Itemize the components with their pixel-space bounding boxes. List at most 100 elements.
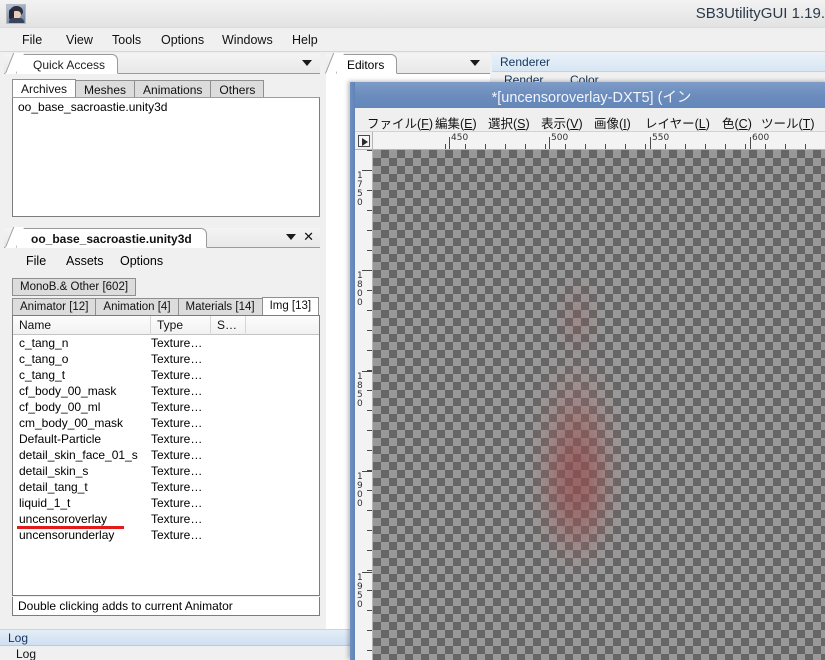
gimp-menu-item-1[interactable]: 編集(E) xyxy=(433,112,479,133)
category-tab-materials[interactable]: Materials [14] xyxy=(177,298,263,316)
archives-listbox[interactable]: oo_base_sacroastie.unity3d xyxy=(12,97,320,217)
ruler-label: 1 7 5 0 xyxy=(357,171,363,208)
menu-options[interactable]: Options xyxy=(157,32,208,48)
category-tab-animation[interactable]: Animation [4] xyxy=(95,298,179,316)
ruler-major-tick xyxy=(362,371,372,372)
editor-menu-options[interactable]: Options xyxy=(116,253,167,269)
table-row[interactable]: c_tang_t Texture… xyxy=(13,367,319,383)
gimp-menu-item-3[interactable]: 表示(V) xyxy=(539,112,585,133)
table-row[interactable]: detail_tang_t Texture… xyxy=(13,479,319,495)
editor-menu-assets[interactable]: Assets xyxy=(62,253,108,269)
table-row[interactable]: uncensoroverlay Texture… xyxy=(13,511,319,529)
table-row[interactable]: liquid_1_t Texture… xyxy=(13,495,319,511)
ruler-label: 600 xyxy=(752,133,770,143)
ruler-label: 1 9 5 0 xyxy=(357,573,363,610)
ruler-tick xyxy=(605,144,606,149)
tab-archive-file[interactable]: oo_base_sacroastie.unity3d xyxy=(16,228,207,248)
ruler-tick xyxy=(705,144,706,149)
ruler-tick xyxy=(367,630,372,631)
cell-name: uncensoroverlay xyxy=(19,512,108,526)
menu-file[interactable]: File xyxy=(18,32,46,48)
gimp-menu-item-2[interactable]: 選択(S) xyxy=(486,112,532,133)
cell-name: Default-Particle xyxy=(19,432,102,446)
cell-type: Texture… xyxy=(151,512,203,526)
subtab-animations[interactable]: Animations xyxy=(134,80,212,98)
gimp-menu-item-0[interactable]: ファイル(F) xyxy=(365,112,435,133)
gimp-menu-item-7[interactable]: ツール(T) xyxy=(759,112,816,133)
ruler-origin-icon[interactable] xyxy=(355,132,373,150)
gimp-menu-item-8[interactable]: コ xyxy=(821,112,825,133)
horizontal-ruler[interactable]: 450 500 550 600 xyxy=(373,132,825,150)
ruler-tick xyxy=(785,144,786,149)
close-icon[interactable]: ✕ xyxy=(303,230,314,244)
cell-type: Texture… xyxy=(151,400,203,414)
chevron-down-icon[interactable] xyxy=(470,60,480,66)
table-row[interactable]: c_tang_n Texture… xyxy=(13,335,319,351)
ruler-tick xyxy=(367,330,372,331)
ruler-tick xyxy=(685,144,686,149)
ruler-tick xyxy=(367,530,372,531)
category-tab-img[interactable]: Img [13] xyxy=(261,297,320,316)
cell-name: cf_body_00_ml xyxy=(19,400,101,414)
ruler-tick xyxy=(545,144,546,149)
ruler-tick xyxy=(367,350,372,351)
subtab-others[interactable]: Others xyxy=(210,80,265,98)
ruler-major-tick xyxy=(362,471,372,472)
subtab-meshes[interactable]: Meshes xyxy=(75,80,136,98)
cell-type: Texture… xyxy=(151,416,203,430)
tab-quick-access[interactable]: Quick Access xyxy=(16,54,119,74)
subtab-archives[interactable]: Archives xyxy=(12,79,77,98)
category-tab-animator[interactable]: Animator [12] xyxy=(12,298,97,316)
table-row[interactable]: c_tang_o Texture… xyxy=(13,351,319,367)
menu-help[interactable]: Help xyxy=(288,32,322,48)
app-titlebar: SB3UtilityGUI 1.19. xyxy=(0,0,825,28)
gimp-menu-item-5[interactable]: レイヤー(L) xyxy=(643,112,712,133)
tab-editors[interactable]: Editors xyxy=(336,54,398,74)
category-tab-monob-other[interactable]: MonoB.& Other [602] xyxy=(12,278,137,296)
ruler-major-tick xyxy=(449,137,450,149)
ruler-label: 550 xyxy=(652,133,670,143)
screen-root: SB3UtilityGUI 1.19. File View Tools Opti… xyxy=(0,0,825,660)
texture-list[interactable]: Name Type S… c_tang_n Texture… c_tang_o Tex… xyxy=(12,315,320,596)
column-header-name[interactable]: Name xyxy=(13,316,151,335)
column-header-type[interactable]: Type xyxy=(151,316,211,335)
ruler-tick xyxy=(367,150,372,151)
chevron-down-icon[interactable] xyxy=(286,234,296,240)
gimp-canvas[interactable] xyxy=(373,150,825,660)
ruler-major-tick xyxy=(362,170,372,171)
ruler-tick xyxy=(367,570,372,571)
list-item[interactable]: oo_base_sacroastie.unity3d xyxy=(13,98,319,116)
ruler-tick xyxy=(367,450,372,451)
table-row[interactable]: Default-Particle Texture… xyxy=(13,431,319,447)
editor-menu-file[interactable]: File xyxy=(22,253,50,269)
table-row[interactable]: cm_body_00_mask Texture… xyxy=(13,415,319,431)
gimp-menu-item-4[interactable]: 画像(I) xyxy=(592,112,633,133)
table-row[interactable]: detail_skin_face_01_s Texture… xyxy=(13,447,319,463)
gimp-window-title: *[uncensoroverlay-DXT5] (イン xyxy=(491,90,692,106)
table-row[interactable]: cf_body_00_mask Texture… xyxy=(13,383,319,399)
menu-windows[interactable]: Windows xyxy=(218,32,277,48)
ruler-tick xyxy=(367,410,372,411)
texture-list-header: Name Type S… xyxy=(13,316,319,335)
ruler-tick xyxy=(765,144,766,149)
cell-type: Texture… xyxy=(151,336,203,350)
menu-tools[interactable]: Tools xyxy=(108,32,145,48)
chevron-down-icon[interactable] xyxy=(302,60,312,66)
table-row[interactable]: uncensorunderlay Texture… xyxy=(13,527,319,543)
cell-type: Texture… xyxy=(151,496,203,510)
status-hint: Double clicking adds to current Animator xyxy=(12,597,320,616)
column-header-size[interactable]: S… xyxy=(211,316,246,335)
gimp-titlebar[interactable]: *[uncensoroverlay-DXT5] (イン xyxy=(355,82,825,108)
cell-name: uncensorunderlay xyxy=(19,528,115,542)
ruler-major-tick xyxy=(750,137,751,149)
gimp-menu-item-6[interactable]: 色(C) xyxy=(720,112,754,133)
cell-type: Texture… xyxy=(151,384,203,398)
table-row[interactable]: cf_body_00_ml Texture… xyxy=(13,399,319,415)
menu-view[interactable]: View xyxy=(62,32,97,48)
ruler-tick xyxy=(485,144,486,149)
ruler-tick xyxy=(367,310,372,311)
vertical-ruler[interactable]: 1 7 5 0 1 8 0 0 1 8 5 0 1 9 0 0 1 9 5 0 xyxy=(355,150,373,660)
ruler-tick xyxy=(725,144,726,149)
table-row[interactable]: detail_skin_s Texture… xyxy=(13,463,319,479)
cell-type: Texture… xyxy=(151,432,203,446)
